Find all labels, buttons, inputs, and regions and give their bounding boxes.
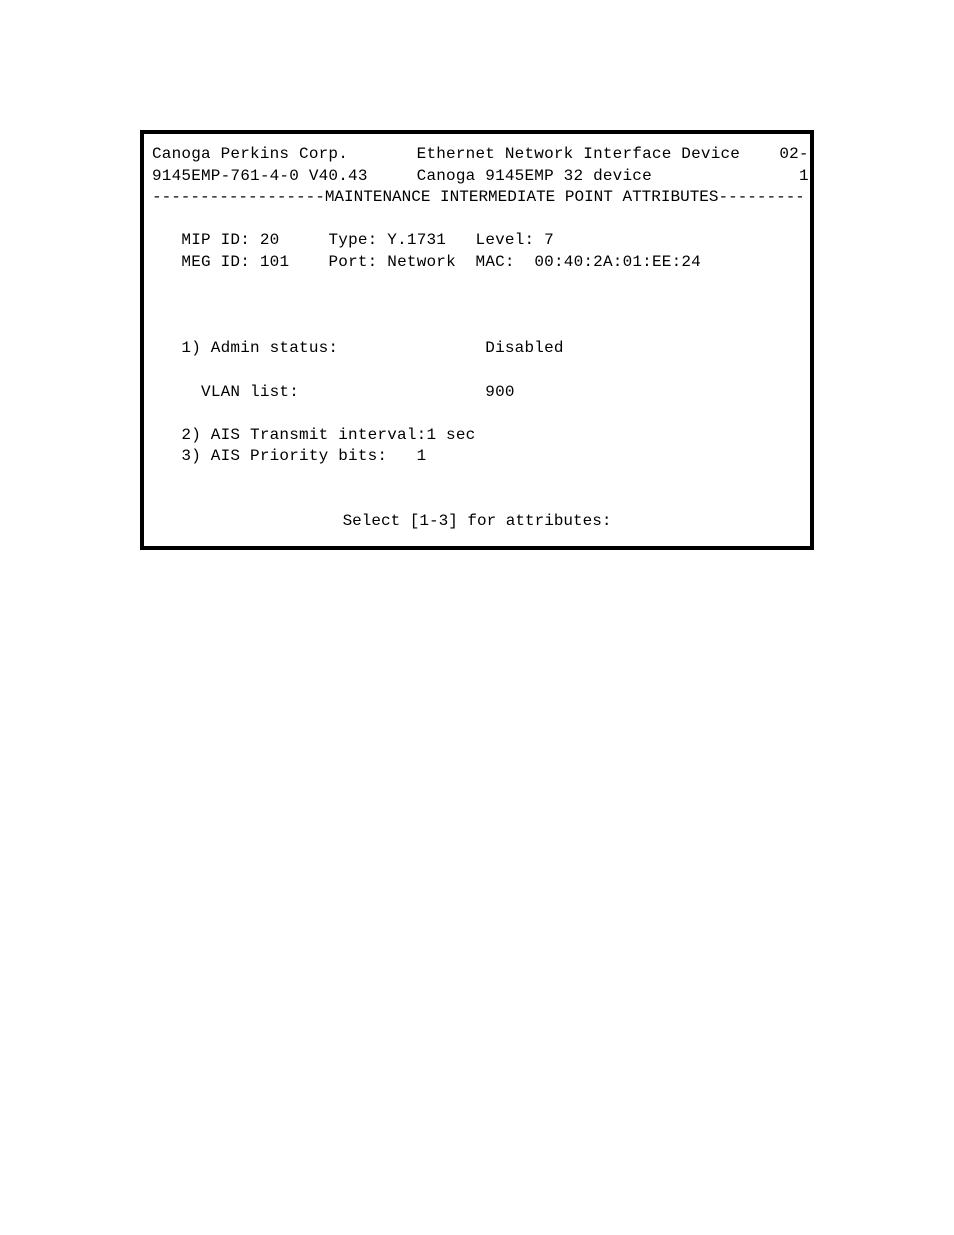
- terminal-window: Canoga Perkins Corp. Ethernet Network In…: [140, 130, 814, 550]
- vlan-list-row: VLAN list: 900: [152, 382, 802, 404]
- port-value: Network: [387, 253, 456, 271]
- level-label: Level:: [476, 231, 535, 249]
- mip-id-label: MIP ID:: [181, 231, 250, 249]
- device-title: Ethernet Network Interface Device: [417, 145, 740, 163]
- mac-value: 00:40:2A:01:EE:24: [534, 253, 701, 271]
- meg-id-label: MEG ID:: [181, 253, 250, 271]
- info-line-2: MEG ID: 101 Port: Network MAC: 00:40:2A:…: [152, 252, 802, 274]
- ais-priority-row[interactable]: 3) AIS Priority bits: 1: [152, 446, 802, 468]
- header-line-1: Canoga Perkins Corp. Ethernet Network In…: [152, 144, 802, 166]
- blank-line: [152, 317, 802, 339]
- info-line-1: MIP ID: 20 Type: Y.1731 Level: 7: [152, 230, 802, 252]
- blank-line: [152, 533, 802, 550]
- select-prompt[interactable]: Select [1-3] for attributes:: [152, 511, 802, 533]
- header-line-2: 9145EMP-761-4-0 V40.43 Canoga 9145EMP 32…: [152, 166, 802, 188]
- blank-line: [152, 360, 802, 382]
- level-value: 7: [544, 231, 554, 249]
- time-value: 11:20:59: [799, 167, 814, 185]
- port-label: Port:: [328, 253, 377, 271]
- section-divider: ------------------MAINTENANCE INTERMEDIA…: [152, 187, 802, 209]
- blank-line: [152, 403, 802, 425]
- mip-id-value: 20: [260, 231, 280, 249]
- admin-status-row[interactable]: 1) Admin status: Disabled: [152, 338, 802, 360]
- ais-transmit-value: 1 sec: [426, 426, 475, 444]
- vlan-list-label: VLAN list:: [201, 383, 299, 401]
- meg-id-value: 101: [260, 253, 289, 271]
- type-label: Type:: [328, 231, 377, 249]
- blank-line: [152, 490, 802, 512]
- admin-status-value: Disabled: [485, 339, 563, 357]
- ais-transmit-label: 2) AIS Transmit interval:: [181, 426, 426, 444]
- ais-priority-label: 3) AIS Priority bits:: [181, 447, 387, 465]
- vlan-list-value: 900: [485, 383, 514, 401]
- mac-label: MAC:: [476, 253, 515, 271]
- ais-priority-value: 1: [417, 447, 427, 465]
- blank-line: [152, 274, 802, 296]
- ais-transmit-row[interactable]: 2) AIS Transmit interval:1 sec: [152, 425, 802, 447]
- date-value: 02-JAN-2011: [779, 145, 814, 163]
- model-label: 9145EMP-761-4-0 V40.43: [152, 167, 368, 185]
- admin-status-label: 1) Admin status:: [181, 339, 338, 357]
- type-value: Y.1731: [387, 231, 446, 249]
- company-label: Canoga Perkins Corp.: [152, 145, 348, 163]
- device-name: Canoga 9145EMP 32 device: [417, 167, 652, 185]
- blank-line: [152, 295, 802, 317]
- blank-line: [152, 209, 802, 231]
- blank-line: [152, 468, 802, 490]
